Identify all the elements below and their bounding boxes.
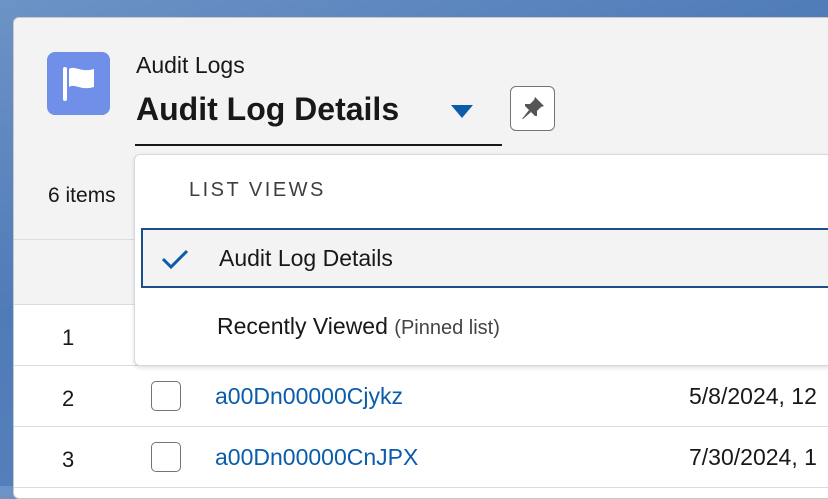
list-view-option-recently-viewed[interactable]: Recently Viewed (Pinned list)	[141, 298, 828, 358]
row-number: 1	[62, 325, 75, 350]
check-icon	[161, 248, 189, 275]
record-date: 5/8/2024, 12	[689, 383, 817, 409]
table-row: 2 a00Dn00000Cjykz 5/8/2024, 12	[14, 366, 828, 427]
row-checkbox[interactable]	[151, 381, 181, 411]
row-number: 2	[62, 386, 75, 411]
object-label: Audit Logs	[136, 52, 245, 78]
item-count: 6 items	[48, 184, 116, 207]
row-number: 3	[62, 447, 75, 472]
row-checkbox[interactable]	[151, 442, 181, 472]
record-link[interactable]: a00Dn00000Cjykz	[215, 383, 403, 410]
record-link[interactable]: a00Dn00000CnJPX	[215, 444, 418, 471]
list-view-title: Audit Log Details	[136, 91, 400, 127]
list-views-heading: LIST VIEWS	[189, 179, 326, 201]
list-view-option-label: Audit Log Details	[219, 245, 393, 271]
table-row: 3 a00Dn00000CnJPX 7/30/2024, 1	[14, 427, 828, 488]
pin-list-button[interactable]	[510, 86, 555, 131]
list-views-dropdown: LIST VIEWS Audit Log Details Recently Vi…	[134, 154, 828, 366]
flag-icon	[47, 52, 110, 115]
caret-down-icon	[451, 105, 473, 124]
record-date: 7/30/2024, 1	[689, 444, 817, 470]
list-view-picker[interactable]: Audit Log Details	[135, 86, 502, 146]
list-view-option-label: Recently Viewed (Pinned list)	[217, 313, 500, 339]
pinned-list-note: (Pinned list)	[394, 317, 500, 339]
list-view-option-audit-log-details[interactable]: Audit Log Details	[141, 228, 828, 288]
